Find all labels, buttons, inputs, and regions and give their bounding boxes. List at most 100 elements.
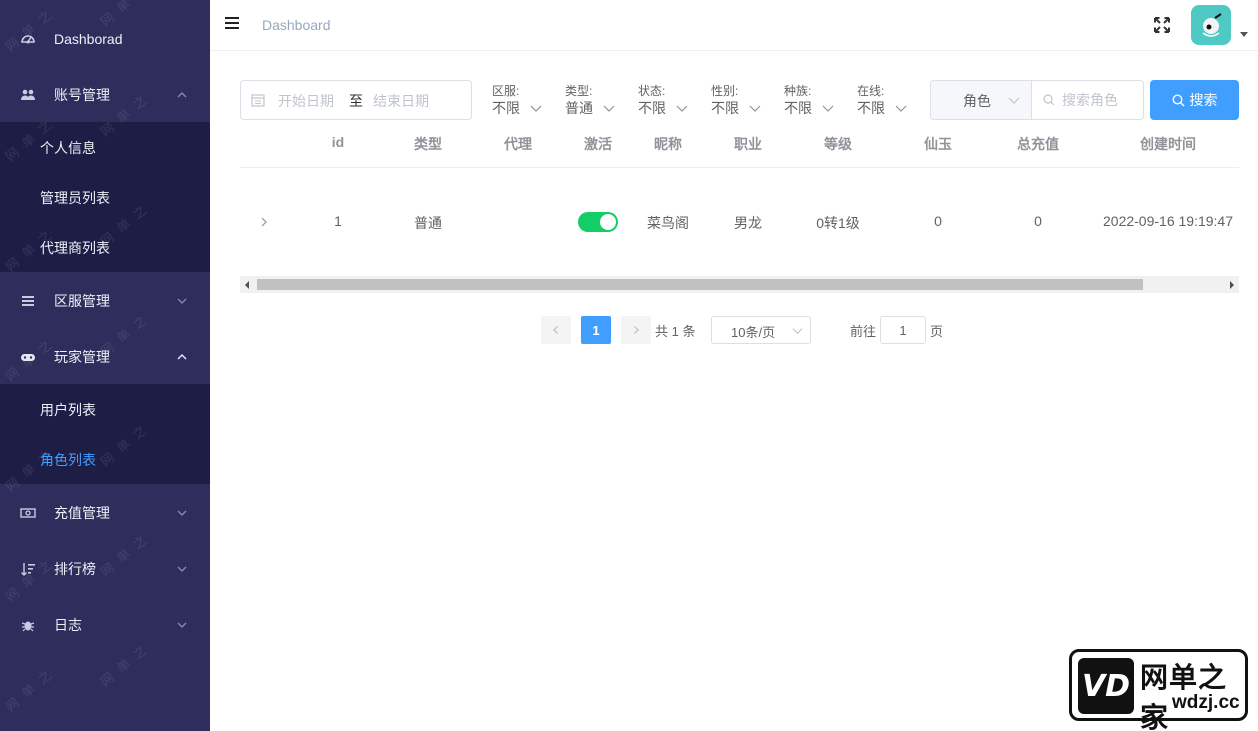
sidebar-subitem-agent-list[interactable]: 代理商列表 <box>0 223 210 273</box>
scroll-left-icon[interactable] <box>245 281 249 289</box>
table-header-divider <box>240 167 1239 168</box>
search-field-select[interactable]: 角色 <box>931 81 1032 119</box>
online-filter[interactable]: 在线: 不限 <box>857 84 909 118</box>
cell-level: 0转1级 <box>816 215 860 231</box>
cell-nickname: 菜鸟阁 <box>647 215 689 231</box>
money-icon <box>20 505 36 521</box>
sidebar-item-ranking[interactable]: 排行榜 <box>0 541 210 597</box>
logo-mark: VD <box>1078 658 1134 714</box>
chevron-down-icon <box>895 105 907 112</box>
cell-xianyu: 0 <box>934 213 942 229</box>
sidebar-item-label: 排行榜 <box>54 561 96 577</box>
page-suffix-label: 页 <box>930 324 944 339</box>
column-header-id[interactable]: id <box>308 134 368 154</box>
active-toggle[interactable] <box>578 212 618 232</box>
sidebar-subitem-label: 角色列表 <box>40 452 96 468</box>
sidebar-item-label: 区服管理 <box>54 293 110 309</box>
chevron-down-icon <box>676 105 688 112</box>
sidebar-item-label: 账号管理 <box>54 87 110 103</box>
fullscreen-icon[interactable] <box>1153 16 1171 34</box>
date-start-input[interactable]: 开始日期 <box>278 91 334 111</box>
cell-total-recharge: 0 <box>1034 213 1042 229</box>
sidebar-item-label: 日志 <box>54 617 82 633</box>
chevron-up-icon <box>177 92 187 98</box>
sidebar-item-label: 玩家管理 <box>54 349 110 365</box>
chevron-down-icon <box>177 566 187 572</box>
chevron-down-icon <box>1008 97 1020 104</box>
sidebar-subitem-user-list[interactable]: 用户列表 <box>0 385 210 435</box>
online-filter-label: 在线: <box>857 84 885 98</box>
chevron-down-icon <box>177 510 187 516</box>
sidebar-item-label: Dashborad <box>54 31 123 47</box>
gender-filter[interactable]: 性别: 不限 <box>711 84 763 118</box>
hamburger-icon[interactable] <box>225 17 239 31</box>
date-range-picker[interactable]: 开始日期 至 结束日期 <box>240 80 472 120</box>
sidebar-subitem-label: 个人信息 <box>40 140 96 156</box>
top-navbar: Dashboard <box>210 0 1258 51</box>
column-header-profession[interactable]: 职业 <box>718 134 778 154</box>
sidebar-subitem-label: 管理员列表 <box>40 190 110 206</box>
chevron-right-icon[interactable] <box>258 216 270 228</box>
breadcrumb[interactable]: Dashboard <box>262 17 331 33</box>
type-filter-label: 类型: <box>565 84 593 98</box>
avatar[interactable] <box>1191 5 1231 45</box>
column-header-nickname[interactable]: 昵称 <box>638 134 698 154</box>
column-header-active[interactable]: 激活 <box>568 134 628 154</box>
search-button[interactable]: 搜索 <box>1150 80 1239 120</box>
race-filter[interactable]: 种族: 不限 <box>784 84 836 118</box>
column-header-type[interactable]: 类型 <box>398 134 458 154</box>
calendar-icon <box>251 94 265 107</box>
page-number-current[interactable]: 1 <box>581 316 611 344</box>
chevron-up-icon <box>177 353 187 360</box>
chevron-down-icon <box>822 105 834 112</box>
goto-label: 前往 <box>850 324 877 339</box>
sidebar-subitem-label: 用户列表 <box>40 402 96 418</box>
column-header-agent[interactable]: 代理 <box>488 134 548 154</box>
date-range-separator: 至 <box>349 93 363 109</box>
search-field-value: 角色 <box>963 93 991 109</box>
sidebar: 网 单 之 网 单 之 网 单 之 网 单 之 网 单 之 网 单 之 网 单 … <box>0 0 210 731</box>
sidebar-item-account[interactable]: 账号管理 <box>0 67 210 123</box>
status-filter[interactable]: 状态: 不限 <box>638 84 690 118</box>
sidebar-subitem-label: 代理商列表 <box>40 240 110 256</box>
status-filter-label: 状态: <box>638 84 666 98</box>
type-filter[interactable]: 类型: 普通 <box>565 84 617 118</box>
server-filter[interactable]: 区服: 不限 <box>492 84 544 118</box>
column-header-level[interactable]: 等级 <box>808 134 868 154</box>
column-header-total-recharge[interactable]: 总充值 <box>1003 134 1073 154</box>
caret-down-icon[interactable] <box>1240 32 1248 37</box>
next-page-button[interactable] <box>621 316 651 344</box>
dashboard-icon <box>20 31 36 47</box>
page-size-select[interactable]: 10条/页 <box>711 316 811 344</box>
users-icon <box>20 87 36 103</box>
sidebar-item-dashboard[interactable]: Dashborad <box>0 11 210 67</box>
sidebar-item-server[interactable]: 区服管理 <box>0 273 210 329</box>
chevron-down-icon <box>177 622 187 628</box>
date-end-input[interactable]: 结束日期 <box>373 91 429 111</box>
cell-profession: 男龙 <box>734 215 762 231</box>
chevron-left-icon <box>553 326 558 334</box>
sidebar-item-player[interactable]: 玩家管理 <box>0 329 210 385</box>
chevron-down-icon <box>177 298 187 304</box>
horizontal-scrollbar[interactable] <box>240 276 1239 293</box>
chevron-down-icon <box>792 328 803 335</box>
scroll-right-icon[interactable] <box>1230 281 1234 289</box>
sidebar-item-recharge[interactable]: 充值管理 <box>0 485 210 541</box>
avatar-image-icon <box>1202 13 1222 37</box>
column-header-created[interactable]: 创建时间 <box>1128 134 1208 154</box>
sort-icon <box>20 561 36 577</box>
page-size-value: 10条/页 <box>731 325 776 340</box>
cell-agent <box>488 213 548 233</box>
column-header-xianyu[interactable]: 仙玉 <box>908 134 968 154</box>
sidebar-subitem-admin-list[interactable]: 管理员列表 <box>0 173 210 223</box>
scrollbar-thumb[interactable] <box>257 279 1143 290</box>
prev-page-button[interactable] <box>541 316 571 344</box>
sidebar-subitem-profile[interactable]: 个人信息 <box>0 123 210 173</box>
sidebar-subitem-role-list[interactable]: 角色列表 <box>0 435 210 485</box>
sidebar-item-label: 充值管理 <box>54 505 110 521</box>
server-list-icon <box>20 293 36 309</box>
sidebar-item-log[interactable]: 日志 <box>0 597 210 653</box>
cell-id: 1 <box>334 213 342 229</box>
goto-page-input[interactable] <box>880 316 926 344</box>
chevron-right-icon <box>634 326 639 334</box>
